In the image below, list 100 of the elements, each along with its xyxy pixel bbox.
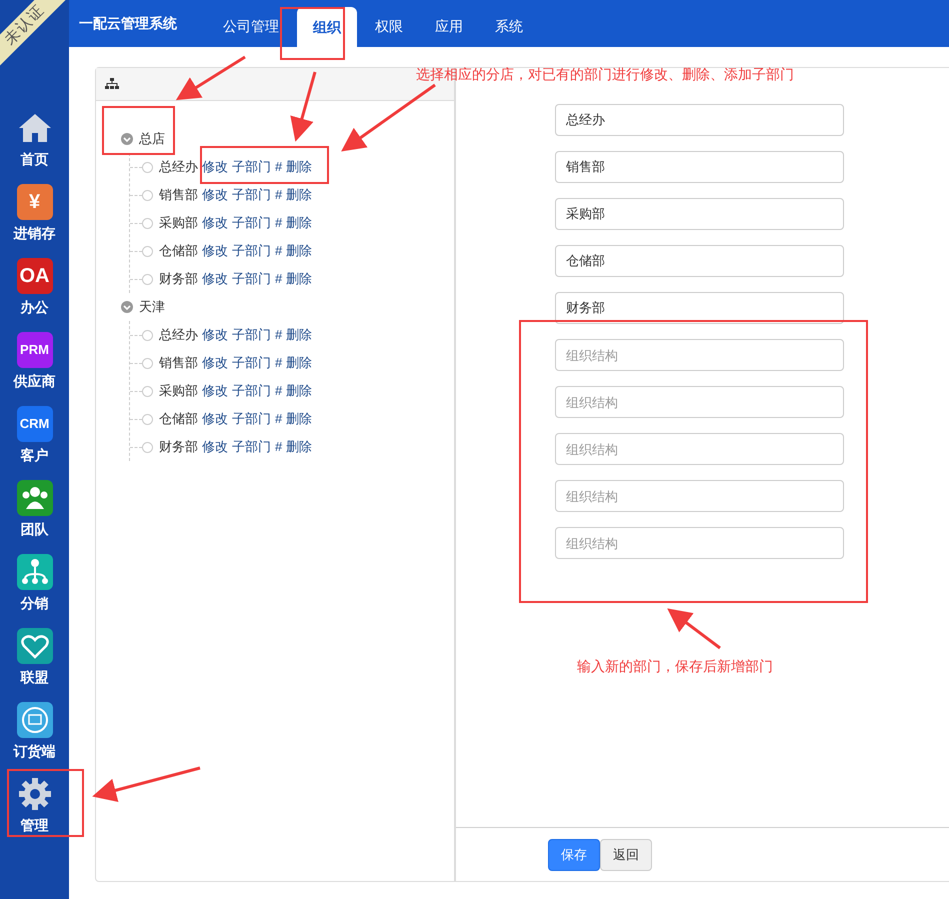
sidebar-item[interactable]: 订货端 <box>4 700 66 774</box>
action-link[interactable]: 删除 <box>286 353 312 373</box>
nav-tab[interactable]: 公司管理 <box>209 7 293 47</box>
brand-title: 一配云管理系统 <box>79 14 177 33</box>
annotation-arrow <box>667 608 721 650</box>
radio-icon[interactable] <box>142 414 153 424</box>
action-link[interactable]: 修改 <box>202 185 228 205</box>
radio-icon[interactable] <box>142 246 153 256</box>
action-link[interactable]: 子部门 <box>232 381 271 401</box>
action-link[interactable]: # <box>275 185 282 205</box>
department-name[interactable]: 采购部 <box>159 381 198 401</box>
action-link[interactable]: # <box>275 409 282 429</box>
action-link[interactable]: 子部门 <box>232 241 271 261</box>
department-name[interactable]: 财务部 <box>159 437 198 457</box>
action-link[interactable]: 删除 <box>286 213 312 233</box>
action-link[interactable]: 删除 <box>286 437 312 457</box>
action-link[interactable]: # <box>275 353 282 373</box>
action-link[interactable]: 子部门 <box>232 269 271 289</box>
department-field[interactable]: 组织结构 <box>555 527 844 559</box>
action-link[interactable]: # <box>275 325 282 345</box>
action-link[interactable]: 子部门 <box>232 325 271 345</box>
action-link[interactable]: # <box>275 157 282 177</box>
department-field[interactable]: 总经办 <box>555 104 844 136</box>
radio-icon[interactable] <box>142 386 153 396</box>
action-link[interactable]: 子部门 <box>232 353 271 373</box>
action-link[interactable]: # <box>275 437 282 457</box>
department-field[interactable]: 组织结构 <box>555 386 844 418</box>
department-name[interactable]: 仓储部 <box>159 409 198 429</box>
department-name[interactable]: 采购部 <box>159 213 198 233</box>
action-link[interactable]: 删除 <box>286 325 312 345</box>
department-field[interactable]: 组织结构 <box>555 339 844 371</box>
department-field[interactable]: 财务部 <box>555 292 844 324</box>
radio-icon[interactable] <box>142 330 153 340</box>
radio-icon[interactable] <box>142 274 153 284</box>
radio-icon[interactable] <box>142 162 153 172</box>
action-link[interactable]: 修改 <box>202 241 228 261</box>
radio-icon[interactable] <box>142 358 153 368</box>
department-field[interactable]: 销售部 <box>555 151 844 183</box>
sidebar-item[interactable]: 管理 <box>4 774 66 848</box>
save-button[interactable]: 保存 <box>548 838 600 870</box>
collapse-icon[interactable] <box>121 133 133 145</box>
action-link[interactable]: 删除 <box>286 241 312 261</box>
nav-tab[interactable]: 系统 <box>481 7 537 47</box>
action-link[interactable]: 修改 <box>202 437 228 457</box>
branch-node[interactable]: 天津 <box>139 297 165 317</box>
annotation-note: 输入新的部门，保存后新增部门 <box>577 657 773 676</box>
department-name[interactable]: 仓储部 <box>159 241 198 261</box>
sidebar-item[interactable]: ¥ 进销存 <box>4 182 66 256</box>
department-field[interactable]: 采购部 <box>555 198 844 230</box>
sidebar-item[interactable]: 联盟 <box>4 626 66 700</box>
action-link[interactable]: 修改 <box>202 409 228 429</box>
collapse-icon[interactable] <box>121 301 133 313</box>
action-link[interactable]: 子部门 <box>232 213 271 233</box>
app-badge: ¥ <box>16 184 52 220</box>
highlight-frame <box>280 7 345 60</box>
nav-tab[interactable]: 组织 <box>297 7 357 47</box>
radio-icon[interactable] <box>142 218 153 228</box>
action-link[interactable]: 修改 <box>202 269 228 289</box>
annotation-arrow <box>176 56 246 100</box>
branch-node[interactable]: 总店 <box>139 129 165 149</box>
action-link[interactable]: 子部门 <box>232 437 271 457</box>
action-link[interactable]: 修改 <box>202 213 228 233</box>
department-name[interactable]: 销售部 <box>159 353 198 373</box>
department-field[interactable]: 组织结构 <box>555 480 844 512</box>
app-badge: CRM <box>16 406 52 442</box>
back-button[interactable]: 返回 <box>600 838 652 870</box>
sidebar-item[interactable]: 分销 <box>4 552 66 626</box>
app-badge: OA <box>16 258 52 294</box>
sidebar-item[interactable]: PRM 供应商 <box>4 330 66 404</box>
radio-icon[interactable] <box>142 442 153 452</box>
department-name[interactable]: 销售部 <box>159 185 198 205</box>
action-link[interactable]: # <box>275 381 282 401</box>
action-link[interactable]: 子部门 <box>232 409 271 429</box>
sidebar-item[interactable]: 团队 <box>4 478 66 552</box>
nav-tab[interactable]: 应用 <box>421 7 477 47</box>
sidebar-item[interactable]: 首页 <box>4 108 66 182</box>
action-link[interactable]: # <box>275 269 282 289</box>
department-field[interactable]: 仓储部 <box>555 245 844 277</box>
sidebar-item[interactable]: CRM 客户 <box>4 404 66 478</box>
action-link[interactable]: 修改 <box>202 157 228 177</box>
department-name[interactable]: 财务部 <box>159 269 198 289</box>
sidebar-item[interactable]: OA 办公 <box>4 256 66 330</box>
action-link[interactable]: 子部门 <box>232 185 271 205</box>
action-link[interactable]: 修改 <box>202 353 228 373</box>
action-link[interactable]: 删除 <box>286 185 312 205</box>
action-link[interactable]: # <box>275 213 282 233</box>
action-link[interactable]: 子部门 <box>232 157 271 177</box>
annotation-note: 选择相应的分店，对已有的部门进行修改、删除、添加子部门 <box>416 65 794 84</box>
nav-tab[interactable]: 权限 <box>361 7 417 47</box>
action-link[interactable]: 删除 <box>286 381 312 401</box>
department-field[interactable]: 组织结构 <box>555 433 844 465</box>
radio-icon[interactable] <box>142 190 153 200</box>
action-link[interactable]: 删除 <box>286 409 312 429</box>
action-link[interactable]: 修改 <box>202 381 228 401</box>
department-name[interactable]: 总经办 <box>159 325 198 345</box>
action-link[interactable]: # <box>275 241 282 261</box>
action-link[interactable]: 删除 <box>286 269 312 289</box>
department-name[interactable]: 总经办 <box>159 157 198 177</box>
action-link[interactable]: 删除 <box>286 157 312 177</box>
action-link[interactable]: 修改 <box>202 325 228 345</box>
